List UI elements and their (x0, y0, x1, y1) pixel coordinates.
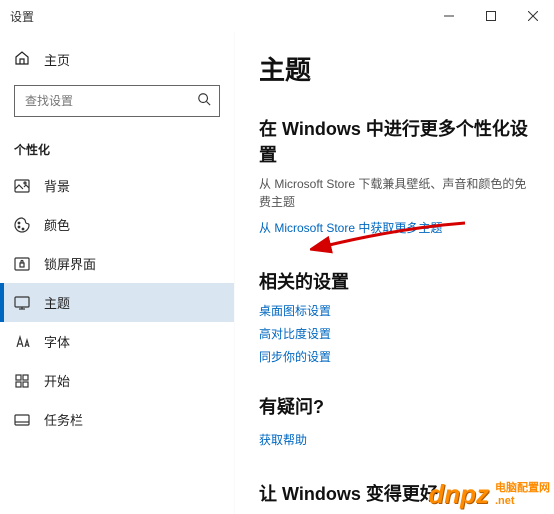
store-themes-link[interactable]: 从 Microsoft Store 中获取更多主题 (259, 219, 442, 236)
sidebar-item-label: 背景 (44, 176, 70, 195)
sidebar-item-label: 开始 (44, 371, 70, 390)
page-title: 主题 (259, 50, 534, 87)
high-contrast-settings-link[interactable]: 高对比度设置 (259, 325, 534, 342)
personalize-heading: 在 Windows 中进行更多个性化设置 (259, 115, 534, 167)
fonts-icon (14, 334, 30, 350)
background-icon (14, 178, 30, 194)
close-button[interactable] (512, 0, 554, 32)
main-content: 主题 在 Windows 中进行更多个性化设置 从 Microsoft Stor… (235, 32, 554, 514)
window-title: 设置 (10, 8, 34, 25)
sidebar-section-title: 个性化 (0, 125, 234, 166)
sidebar-item-colors[interactable]: 颜色 (0, 205, 234, 244)
search-icon (197, 92, 211, 111)
personalize-block: 在 Windows 中进行更多个性化设置 从 Microsoft Store 下… (259, 115, 534, 240)
taskbar-icon (14, 412, 30, 428)
desktop-icon-settings-link[interactable]: 桌面图标设置 (259, 302, 534, 319)
search-input[interactable] (23, 93, 177, 109)
sidebar-item-label: 任务栏 (44, 410, 83, 429)
lockscreen-icon (14, 256, 30, 272)
sidebar-item-taskbar[interactable]: 任务栏 (0, 400, 234, 439)
watermark-logo: dnpz (428, 479, 489, 510)
related-heading: 相关的设置 (259, 268, 534, 294)
colors-icon (14, 217, 30, 233)
maximize-button[interactable] (470, 0, 512, 32)
watermark: dnpz 电脑配置网.net (428, 479, 550, 510)
sidebar-item-lockscreen[interactable]: 锁屏界面 (0, 244, 234, 283)
sidebar-item-background[interactable]: 背景 (0, 166, 234, 205)
sidebar-item-label: 颜色 (44, 215, 70, 234)
window-controls (428, 0, 554, 32)
home-link[interactable]: 主页 (0, 42, 234, 77)
personalize-desc: 从 Microsoft Store 下载兼具壁纸、声音和颜色的免费主题 (259, 175, 534, 211)
search-box[interactable] (14, 85, 220, 117)
get-help-link[interactable]: 获取帮助 (259, 431, 307, 448)
themes-icon (14, 295, 30, 311)
sidebar-item-label: 字体 (44, 332, 70, 351)
sidebar: 主页 个性化 背景颜色锁屏界面主题字体开始任务栏 (0, 32, 235, 514)
sync-settings-link[interactable]: 同步你的设置 (259, 348, 534, 365)
help-block: 有疑问? 获取帮助 (259, 393, 534, 452)
start-icon (14, 373, 30, 389)
related-settings-block: 相关的设置 桌面图标设置 高对比度设置 同步你的设置 (259, 268, 534, 365)
sidebar-item-label: 锁屏界面 (44, 254, 96, 273)
sidebar-item-label: 主题 (44, 293, 70, 312)
home-icon (14, 50, 30, 69)
sidebar-item-start[interactable]: 开始 (0, 361, 234, 400)
sidebar-item-fonts[interactable]: 字体 (0, 322, 234, 361)
sidebar-item-themes[interactable]: 主题 (0, 283, 234, 322)
home-label: 主页 (44, 50, 70, 69)
minimize-button[interactable] (428, 0, 470, 32)
help-heading: 有疑问? (259, 393, 534, 419)
watermark-text: 电脑配置网.net (495, 482, 550, 506)
